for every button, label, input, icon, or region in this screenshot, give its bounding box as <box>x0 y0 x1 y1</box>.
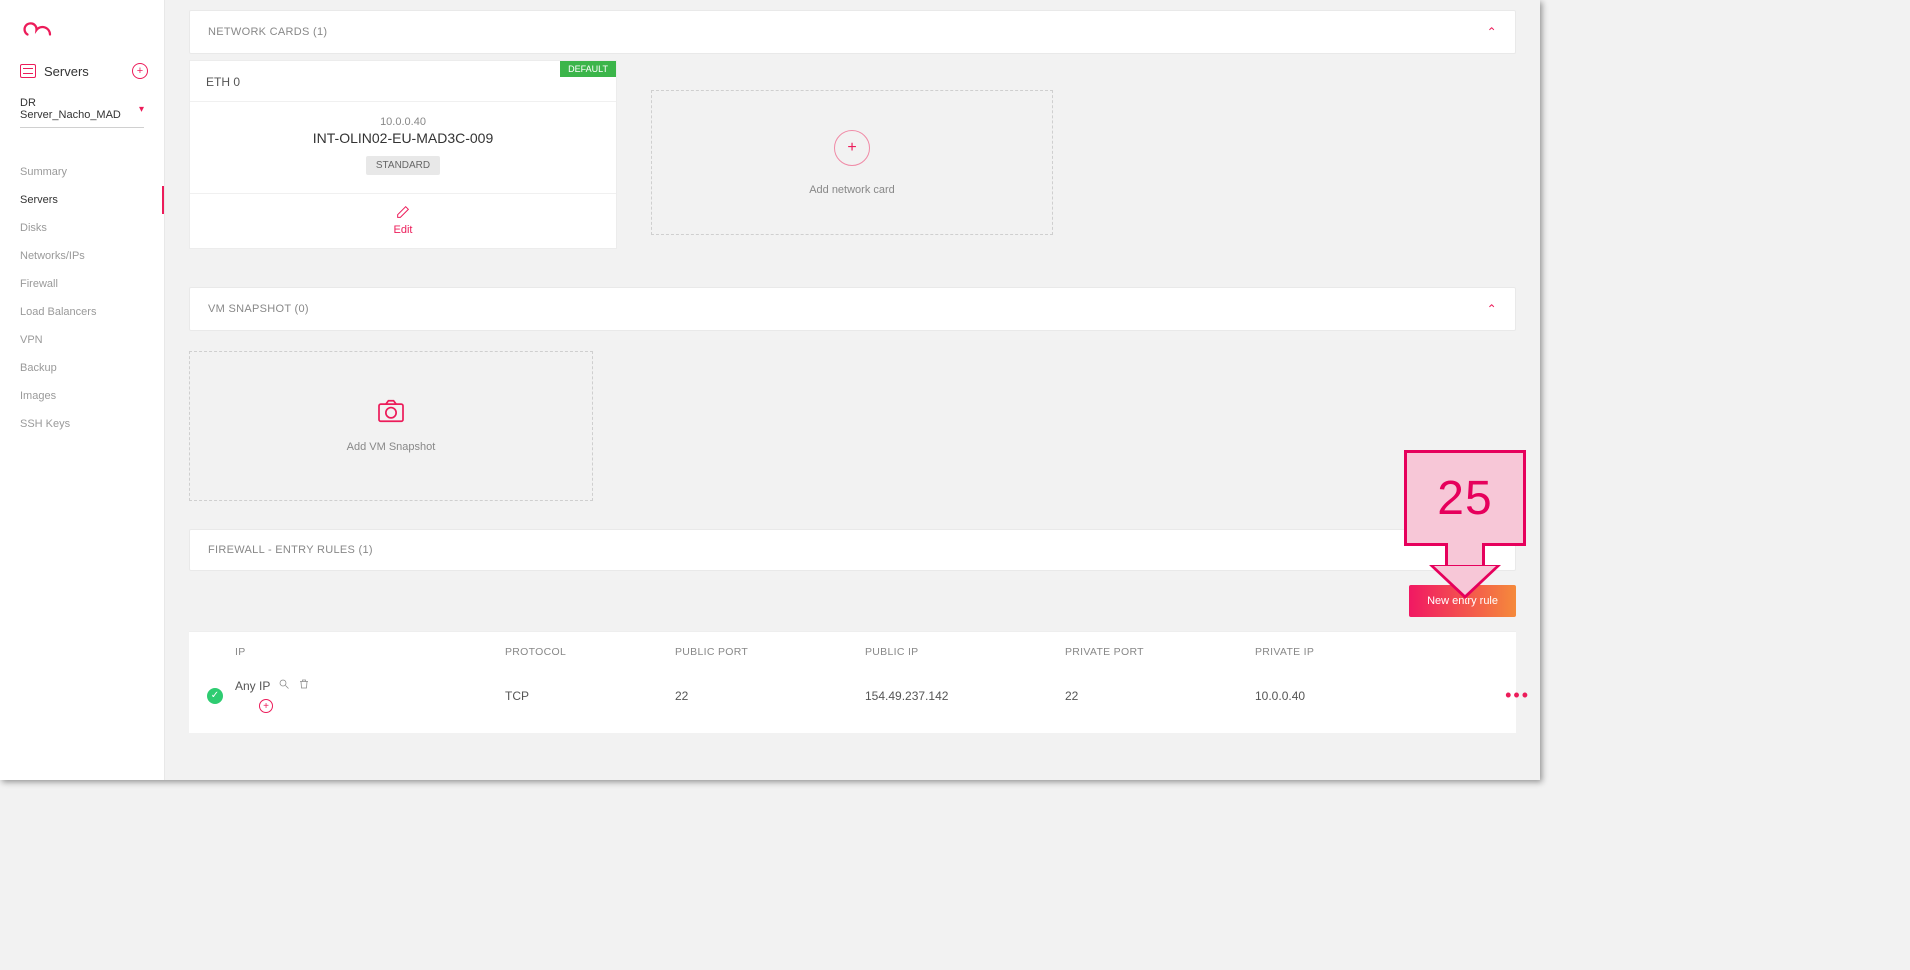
tutorial-callout: 25 <box>1404 450 1526 596</box>
edit-label: Edit <box>394 224 413 236</box>
server-select-dropdown[interactable]: DR Server_Nacho_MAD ▾ <box>20 97 144 128</box>
nav-firewall[interactable]: Firewall <box>0 270 164 298</box>
nav-ssh-keys[interactable]: SSH Keys <box>0 410 164 438</box>
eth0-type-pill: STANDARD <box>366 156 440 175</box>
vm-snapshot-panel: VM SNAPSHOT (0) ⌃ <box>189 287 1516 331</box>
cloud-logo-icon <box>20 18 56 42</box>
firewall-panel: FIREWALL - ENTRY RULES (1) <box>189 529 1516 571</box>
rule-protocol: TCP <box>505 689 675 703</box>
app-window: Servers + DR Server_Nacho_MAD ▾ Summary … <box>0 0 1540 780</box>
status-ok-icon: ✓ <box>207 688 223 704</box>
sidebar: Servers + DR Server_Nacho_MAD ▾ Summary … <box>0 0 165 780</box>
nav-networks-ips[interactable]: Networks/IPs <box>0 242 164 270</box>
rule-ip-label: Any IP <box>235 679 270 693</box>
add-ip-button[interactable]: + <box>259 699 273 713</box>
add-server-button[interactable]: + <box>132 63 148 79</box>
camera-icon <box>377 399 405 423</box>
vm-snapshot-title: VM SNAPSHOT (0) <box>208 303 309 315</box>
firewall-toolbar: New entry rule <box>189 571 1516 631</box>
default-badge: DEFAULT <box>560 61 616 77</box>
rule-private-port: 22 <box>1065 689 1255 703</box>
rule-public-port: 22 <box>675 689 865 703</box>
firewall-title: FIREWALL - ENTRY RULES (1) <box>208 544 373 556</box>
network-cards-row: DEFAULT ETH 0 10.0.0.40 INT-OLIN02-EU-MA… <box>189 54 1516 259</box>
nav-images[interactable]: Images <box>0 382 164 410</box>
edit-icon <box>395 204 411 220</box>
rule-private-ip: 10.0.0.40 <box>1255 689 1480 703</box>
search-icon[interactable] <box>278 678 290 693</box>
callout-number: 25 <box>1404 450 1526 546</box>
nav-disks[interactable]: Disks <box>0 214 164 242</box>
rule-public-ip: 154.49.237.142 <box>865 689 1065 703</box>
eth0-label: ETH 0 <box>190 61 616 102</box>
network-cards-panel: NETWORK CARDS (1) ⌃ <box>189 10 1516 54</box>
col-public-ip: PUBLIC IP <box>865 646 1065 658</box>
network-cards-title: NETWORK CARDS (1) <box>208 26 327 38</box>
firewall-table: IP PROTOCOL PUBLIC PORT PUBLIC IP PRIVAT… <box>189 631 1516 733</box>
chevron-down-icon: ▾ <box>139 104 144 115</box>
firewall-table-head: IP PROTOCOL PUBLIC PORT PUBLIC IP PRIVAT… <box>189 632 1516 668</box>
servers-icon <box>20 64 36 78</box>
trash-icon[interactable] <box>298 678 310 693</box>
col-protocol: PROTOCOL <box>505 646 675 658</box>
nav-load-balancers[interactable]: Load Balancers <box>0 298 164 326</box>
main-content: NETWORK CARDS (1) ⌃ DEFAULT ETH 0 10.0.0… <box>165 0 1540 780</box>
sidebar-nav: Summary Servers Disks Networks/IPs Firew… <box>0 158 164 438</box>
eth0-card: DEFAULT ETH 0 10.0.0.40 INT-OLIN02-EU-MA… <box>189 60 617 249</box>
logo <box>0 0 164 55</box>
network-cards-header[interactable]: NETWORK CARDS (1) ⌃ <box>190 11 1515 53</box>
nav-servers[interactable]: Servers <box>0 186 164 214</box>
col-private-ip: PRIVATE IP <box>1255 646 1480 658</box>
nav-summary[interactable]: Summary <box>0 158 164 186</box>
selected-server-name: DR Server_Nacho_MAD <box>20 97 139 121</box>
add-network-card-label: Add network card <box>809 184 895 196</box>
eth0-ip: 10.0.0.40 <box>202 116 604 128</box>
col-private-port: PRIVATE PORT <box>1065 646 1255 658</box>
eth0-edit-button[interactable]: Edit <box>190 193 616 248</box>
add-vm-snapshot-label: Add VM Snapshot <box>347 441 436 453</box>
add-network-card-button[interactable]: + Add network card <box>651 90 1053 235</box>
chevron-up-icon: ⌃ <box>1487 25 1497 39</box>
sidebar-servers-header: Servers + <box>0 55 164 87</box>
plus-icon: + <box>834 130 870 166</box>
sidebar-title: Servers <box>44 64 89 79</box>
nav-vpn[interactable]: VPN <box>0 326 164 354</box>
row-actions-menu[interactable]: ••• <box>1480 685 1530 706</box>
eth0-name: INT-OLIN02-EU-MAD3C-009 <box>202 130 604 146</box>
col-ip: IP <box>235 646 505 658</box>
col-public-port: PUBLIC PORT <box>675 646 865 658</box>
firewall-table-row: ✓ Any IP + TCP 22 154.49.237.142 <box>189 668 1516 733</box>
vm-snapshot-header[interactable]: VM SNAPSHOT (0) ⌃ <box>190 288 1515 330</box>
add-vm-snapshot-button[interactable]: Add VM Snapshot <box>189 351 593 501</box>
firewall-header[interactable]: FIREWALL - ENTRY RULES (1) <box>190 530 1515 570</box>
nav-backup[interactable]: Backup <box>0 354 164 382</box>
chevron-up-icon: ⌃ <box>1487 302 1497 316</box>
